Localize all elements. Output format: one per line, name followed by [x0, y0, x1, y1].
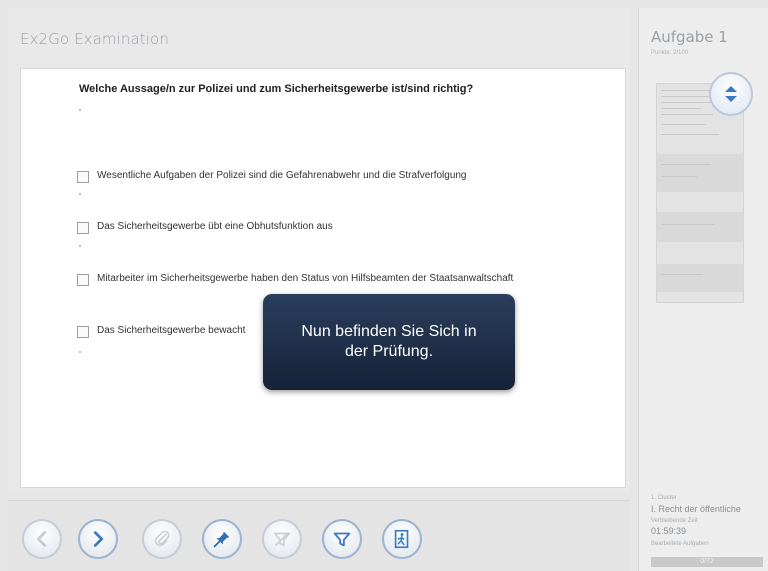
minimap-line	[661, 164, 711, 165]
decor-dot	[79, 245, 81, 247]
decor-dot	[79, 193, 81, 195]
option-checkbox[interactable]	[77, 274, 89, 286]
minimap-block	[657, 264, 743, 292]
scroll-navigator[interactable]	[709, 72, 753, 116]
progress-text: 0/72	[700, 558, 714, 565]
option-1[interactable]: Wesentliche Aufgaben der Polizei sind di…	[77, 170, 527, 183]
paperclip-icon	[154, 530, 170, 547]
funnel-icon	[333, 532, 351, 547]
exam-app: Ex2Go Examination Welche Aussage/n zur P…	[0, 0, 768, 571]
cluster-label: 1. Cluster	[651, 495, 677, 501]
pin-button[interactable]	[202, 519, 242, 559]
minimap-line	[661, 176, 697, 177]
page-minimap[interactable]	[656, 83, 744, 303]
progress-bar: 0/72	[651, 557, 763, 567]
minimap-line	[661, 124, 706, 125]
exit-button[interactable]	[382, 519, 422, 559]
minimap-line	[661, 134, 719, 135]
minimap-line	[661, 102, 716, 103]
next-button[interactable]	[78, 519, 118, 559]
option-label: Wesentliche Aufgaben der Polizei sind di…	[97, 170, 467, 181]
done-label: Bearbeitete Aufgaben	[651, 541, 709, 547]
task-points: Punkte: 2/100	[651, 50, 689, 56]
option-2[interactable]: Das Sicherheitsgewerbe übt eine Obhutsfu…	[77, 221, 527, 234]
question-text: Welche Aussage/n zur Polizei und zum Sic…	[79, 83, 474, 95]
up-down-arrows-icon	[725, 86, 737, 102]
time-remaining: 01:59:39	[651, 526, 687, 536]
option-label: Mitarbeiter im Sicherheitsgewerbe haben …	[97, 273, 514, 284]
task-title: Aufgabe 1	[651, 28, 728, 46]
minimap-line	[661, 114, 713, 115]
option-checkbox[interactable]	[77, 171, 89, 183]
exit-icon	[394, 529, 409, 549]
side-panel: Aufgabe 1 Punkte: 2/100 1. Cluster I. Re…	[638, 8, 768, 571]
minimap-block	[657, 212, 743, 242]
previous-button[interactable]	[22, 519, 62, 559]
info-overlay: Nun befinden Sie Sich in der Prüfung.	[263, 294, 515, 390]
filter-button[interactable]	[322, 519, 362, 559]
minimap-line	[661, 108, 701, 109]
option-checkbox[interactable]	[77, 222, 89, 234]
minimap-line	[661, 274, 703, 275]
option-3[interactable]: Mitarbeiter im Sicherheitsgewerbe haben …	[77, 273, 527, 286]
app-title: Ex2Go Examination	[20, 30, 169, 48]
minimap-line	[661, 96, 709, 97]
clear-filter-button[interactable]	[262, 519, 302, 559]
main-area: Ex2Go Examination Welche Aussage/n zur P…	[8, 8, 630, 492]
bottom-toolbar	[8, 500, 630, 571]
decor-dot	[79, 351, 81, 353]
option-label: Das Sicherheitsgewerbe übt eine Obhutsfu…	[97, 221, 333, 232]
cluster-name: I. Recht der öffentliche	[651, 504, 741, 514]
decor-dot	[79, 109, 81, 111]
chevron-left-icon	[36, 531, 47, 547]
overlay-message: Nun befinden Sie Sich in der Prüfung.	[301, 323, 477, 360]
minimap-block	[657, 154, 743, 192]
time-label: Verbleibende Zeit	[651, 518, 698, 524]
option-checkbox[interactable]	[77, 326, 89, 338]
pin-icon	[213, 531, 230, 548]
attachment-button[interactable]	[142, 519, 182, 559]
minimap-line	[661, 224, 715, 225]
question-card: Welche Aussage/n zur Polizei und zum Sic…	[20, 68, 626, 488]
funnel-x-icon	[273, 531, 291, 547]
chevron-right-icon	[93, 531, 104, 547]
